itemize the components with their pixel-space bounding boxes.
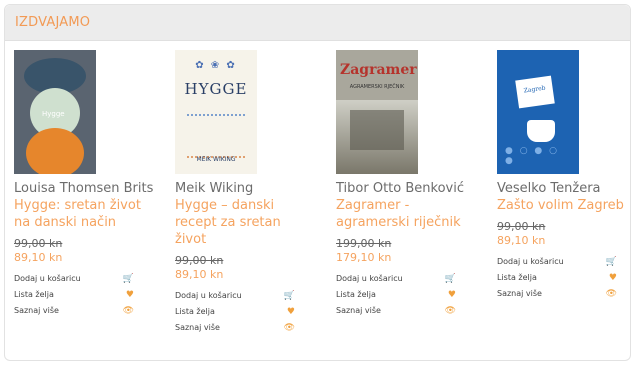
old-price: 99,00 kn [14,237,63,250]
book-author: Tibor Otto Benković [336,181,464,196]
sale-price: 89,10 kn [14,251,63,264]
add-to-cart-button[interactable]: Dodaj u košaricu 🛒 [14,271,134,287]
product-card: Zagramer AGRAMERSKI RJEČNIK Tibor Otto B… [336,50,476,319]
old-price: 199,00 kn [336,237,392,250]
cart-icon: 🛒 [283,291,295,301]
wishlist-button[interactable]: Lista želja ♥ [336,287,456,303]
cart-icon: 🛒 [122,274,134,284]
add-to-cart-button[interactable]: Dodaj u košaricu 🛒 [175,288,295,304]
add-to-cart-button[interactable]: Dodaj u košaricu 🛒 [336,271,456,287]
eye-icon: 👁 [122,306,134,316]
book-author: Veselko Tenžera [497,181,601,196]
wishlist-button[interactable]: Lista želja ♥ [497,270,617,286]
cart-icon: 🛒 [605,257,617,267]
book-cover[interactable]: Zagramer AGRAMERSKI RJEČNIK [336,50,418,174]
heart-icon: ♥ [447,290,456,300]
product-actions: Dodaj u košaricu 🛒 Lista želja ♥ Saznaj vi… [497,254,617,302]
product-card: ✿ ❀ ✿ HYGGE MEIK WIKING Meik Wiking Hygg… [175,50,315,336]
heart-icon: ♥ [608,273,617,283]
heart-icon: ♥ [286,307,295,317]
sale-price: 89,10 kn [497,234,546,247]
wishlist-button[interactable]: Lista želja ♥ [14,287,134,303]
book-cover[interactable]: Hygge [14,50,96,174]
book-title-link[interactable]: Zagramer - agramerski riječnik [336,197,476,231]
eye-icon: 👁 [283,323,295,333]
wishlist-button[interactable]: Lista želja ♥ [175,304,295,320]
book-cover[interactable]: ✿ ❀ ✿ HYGGE MEIK WIKING [175,50,257,174]
heart-icon: ♥ [125,290,134,300]
book-author: Louisa Thomsen Brits [14,181,154,196]
more-info-button[interactable]: Saznaj više 👁 [497,286,617,302]
product-card: Hygge Louisa Thomsen Brits Hygge: sretan… [14,50,154,319]
old-price: 99,00 kn [497,220,546,233]
book-title-link[interactable]: Zašto volim Zagreb [497,197,637,214]
more-info-button[interactable]: Saznaj više 👁 [336,303,456,319]
product-actions: Dodaj u košaricu 🛒 Lista želja ♥ Saznaj vi… [14,271,134,319]
sale-price: 89,10 kn [175,268,224,281]
add-to-cart-button[interactable]: Dodaj u košaricu 🛒 [497,254,617,270]
book-title-link[interactable]: Hygge – danski recept za sretan život [175,197,315,248]
cart-icon: 🛒 [444,274,456,284]
book-title-link[interactable]: Hygge: sretan život na danski način [14,197,154,231]
product-actions: Dodaj u košaricu 🛒 Lista želja ♥ Saznaj vi… [336,271,456,319]
book-cover[interactable]: Zagreb ● ○ ● ○ ● [497,50,579,174]
section-title: IZDVAJAMO [15,15,91,30]
more-info-button[interactable]: Saznaj više 👁 [14,303,134,319]
eye-icon: 👁 [605,289,617,299]
product-actions: Dodaj u košaricu 🛒 Lista želja ♥ Saznaj vi… [175,288,295,336]
eye-icon: 👁 [444,306,456,316]
more-info-button[interactable]: Saznaj više 👁 [175,320,295,336]
book-author: Meik Wiking [175,181,254,196]
old-price: 99,00 kn [175,254,224,267]
product-card: Zagreb ● ○ ● ○ ● Veselko Tenžera Zašto v… [497,50,637,302]
sale-price: 179,10 kn [336,251,392,264]
section-header: IZDVAJAMO [5,5,630,41]
